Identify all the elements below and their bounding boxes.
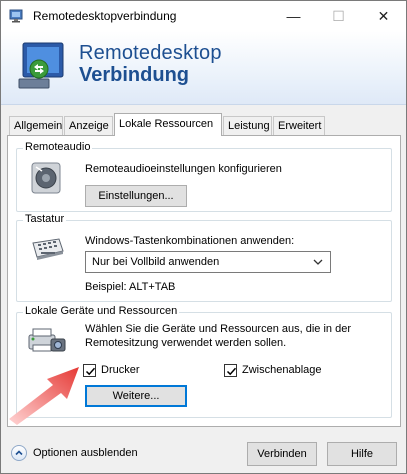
connect-button[interactable]: Verbinden — [247, 442, 317, 466]
remoteaudio-description: Remoteaudioeinstellungen konfigurieren — [85, 163, 282, 175]
chevron-down-icon — [313, 259, 323, 265]
tab-erweitert[interactable]: Erweitert — [273, 116, 325, 136]
annotation-arrow-icon — [9, 367, 79, 425]
keyboard-example: Beispiel: ALT+TAB — [85, 281, 176, 293]
devices-icon — [28, 328, 66, 352]
keyboard-description: Windows-Tastenkombinationen anwenden: — [85, 235, 295, 247]
chevron-up-icon — [15, 450, 23, 456]
tab-leistung[interactable]: Leistung — [223, 116, 272, 136]
close-button[interactable]: ✕ — [361, 1, 406, 31]
rdp-app-icon — [9, 9, 23, 23]
tab-lokale-ressourcen[interactable]: Lokale Ressourcen — [114, 113, 222, 136]
banner-title-line1: Remotedesktop — [79, 42, 222, 64]
banner-title-line2: Verbindung — [79, 64, 189, 86]
checkmark-icon — [226, 367, 237, 376]
speaker-icon — [31, 162, 61, 194]
group-label-lokale-geraete: Lokale Geräte und Ressourcen — [23, 305, 180, 317]
remote-desktop-computer-icon — [18, 42, 64, 89]
keyboard-combination-select[interactable]: Nur bei Vollbild anwenden — [85, 251, 331, 273]
local-devices-description-line1: Wählen Sie die Geräte und Ressourcen aus… — [85, 323, 351, 335]
printer-label[interactable]: Drucker — [101, 364, 140, 376]
group-tastatur: Tastatur Windows-Tastenkombinationen anw… — [16, 213, 392, 302]
help-button[interactable]: Hilfe — [327, 442, 397, 466]
keyboard-select-value: Nur bei Vollbild anwenden — [92, 256, 220, 268]
audio-settings-button[interactable]: Einstellungen... — [85, 185, 187, 207]
tab-anzeige[interactable]: Anzeige — [64, 116, 113, 136]
tab-allgemein[interactable]: Allgemein — [9, 116, 63, 136]
keyboard-icon — [32, 238, 64, 260]
group-label-tastatur: Tastatur — [23, 213, 67, 225]
group-label-remoteaudio: Remoteaudio — [23, 141, 93, 153]
local-devices-description-line2: Remotesitzung verwendet werden sollen. — [85, 337, 287, 349]
minimize-button[interactable]: — — [271, 1, 316, 31]
options-toggle-label[interactable]: Optionen ausblenden — [33, 447, 138, 459]
options-toggle-icon[interactable] — [11, 445, 27, 461]
rdp-window: Remotedesktopverbindung — ☐ ✕ Remotedesk… — [0, 0, 407, 474]
clipboard-checkbox[interactable] — [224, 364, 237, 377]
title-bar: Remotedesktopverbindung — ☐ ✕ — [1, 1, 406, 31]
maximize-button[interactable]: ☐ — [316, 1, 361, 31]
group-remoteaudio: Remoteaudio Remoteaudioeinstellungen kon… — [16, 141, 392, 212]
clipboard-label[interactable]: Zwischenablage — [242, 364, 322, 376]
more-devices-button[interactable]: Weitere... — [85, 385, 187, 407]
tab-strip: Allgemein Anzeige Lokale Ressourcen Leis… — [9, 113, 401, 136]
window-title: Remotedesktopverbindung — [33, 9, 177, 23]
header-banner: Remotedesktop Verbindung — [1, 31, 406, 105]
